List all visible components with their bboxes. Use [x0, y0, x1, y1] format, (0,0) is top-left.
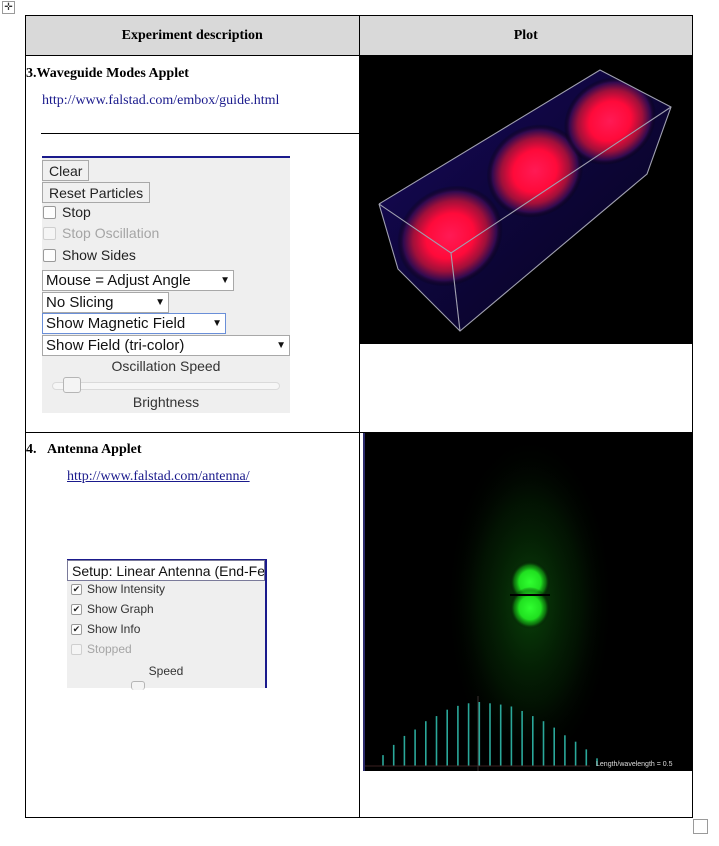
chevron-down-icon: ▼ — [155, 297, 165, 308]
show-graph-checkbox[interactable]: ✔ — [71, 603, 82, 615]
experiment-link[interactable]: http://www.falstad.com/embox/guide.html — [42, 93, 279, 109]
show-intensity-checkbox[interactable]: ✔ — [71, 583, 82, 595]
experiment-description-cell: 3.Waveguide Modes Applet http://www.fals… — [25, 55, 360, 433]
antenna-plot: Length/wavelength = 0.5 — [362, 433, 693, 771]
speed-slider-thumb[interactable] — [131, 681, 145, 690]
stopped-checkbox-row: Stopped — [71, 642, 132, 656]
show-intensity-checkbox-row[interactable]: ✔ Show Intensity — [71, 582, 165, 596]
stopped-label: Stopped — [87, 642, 132, 656]
chevron-down-icon: ▼ — [212, 318, 222, 329]
stop-oscillation-label: Stop Oscillation — [62, 225, 160, 241]
mouse-mode-value: Mouse = Adjust Angle — [46, 272, 191, 289]
slicing-select[interactable]: No Slicing ▼ — [42, 292, 169, 313]
show-graph-checkbox-row[interactable]: ✔ Show Graph — [71, 602, 154, 616]
radiation-lobe-lower — [509, 587, 550, 629]
waveguide-applet-panel: Clear Reset Particles Stop Stop Oscillat… — [42, 156, 290, 413]
speed-label: Speed — [148, 664, 184, 678]
waveguide-plot — [359, 56, 693, 344]
setup-select[interactable]: Setup: Linear Antenna (End-Fed — [67, 560, 265, 581]
experiment-title: 4. Antenna Applet — [26, 442, 142, 458]
table-resize-handle[interactable] — [693, 819, 708, 834]
divider — [41, 133, 359, 134]
oscillation-speed-slider[interactable] — [52, 382, 280, 390]
experiments-table: Experiment description Plot 3.Waveguide … — [25, 15, 693, 818]
experiment-title-text: Antenna Applet — [47, 442, 142, 457]
length-wavelength-caption: Length/wavelength = 0.5 — [596, 761, 673, 768]
display-mode-value: Show Field (tri-color) — [46, 337, 185, 354]
show-graph-label: Show Graph — [87, 602, 154, 616]
stop-label: Stop — [62, 204, 91, 220]
table-move-handle-icon[interactable]: ✛ — [2, 1, 15, 14]
antenna-plot-svg — [364, 433, 615, 771]
display-mode-select[interactable]: Show Field (tri-color) ▼ — [42, 335, 290, 356]
reset-particles-button[interactable]: Reset Particles — [42, 182, 151, 203]
stop-checkbox-row[interactable]: Stop — [43, 204, 91, 220]
clear-button[interactable]: Clear — [42, 160, 90, 181]
field-type-value: Show Magnetic Field — [46, 315, 186, 332]
header-plot: Plot — [358, 15, 693, 56]
slicing-value: No Slicing — [46, 294, 114, 311]
stop-oscillation-checkbox — [43, 226, 56, 240]
show-sides-checkbox-row[interactable]: Show Sides — [43, 247, 136, 263]
plot-cell — [358, 55, 693, 433]
mouse-mode-select[interactable]: Mouse = Adjust Angle ▼ — [42, 270, 234, 291]
experiment-number: 4. — [26, 442, 37, 457]
plot-cell: Length/wavelength = 0.5 — [358, 432, 693, 818]
oscillation-speed-label: Oscillation Speed — [111, 358, 221, 374]
oscillation-speed-slider-thumb[interactable] — [62, 377, 81, 393]
field-type-select[interactable]: Show Magnetic Field ▼ — [42, 313, 226, 334]
stop-oscillation-checkbox-row: Stop Oscillation — [43, 225, 159, 241]
experiment-title: 3.Waveguide Modes Applet — [26, 66, 189, 81]
experiment-link[interactable]: http://www.falstad.com/antenna/ — [67, 469, 250, 485]
show-sides-label: Show Sides — [62, 247, 136, 263]
waveguide-plot-svg — [377, 69, 672, 332]
brightness-label: Brightness — [132, 394, 200, 410]
chevron-down-icon: ▼ — [220, 275, 230, 286]
stop-checkbox[interactable] — [43, 205, 56, 219]
header-experiment-description: Experiment description — [25, 15, 360, 56]
antenna-applet-panel: Setup: Linear Antenna (End-Fed ✔ Show In… — [67, 559, 267, 690]
show-sides-checkbox[interactable] — [43, 248, 56, 262]
experiment-description-cell: 4. Antenna Applet http://www.falstad.com… — [25, 432, 360, 818]
show-info-checkbox[interactable]: ✔ — [71, 623, 82, 635]
show-intensity-label: Show Intensity — [87, 582, 166, 596]
show-info-checkbox-row[interactable]: ✔ Show Info — [71, 622, 140, 636]
show-info-label: Show Info — [87, 622, 141, 636]
chevron-down-icon: ▼ — [276, 340, 286, 351]
stopped-checkbox — [71, 643, 82, 655]
